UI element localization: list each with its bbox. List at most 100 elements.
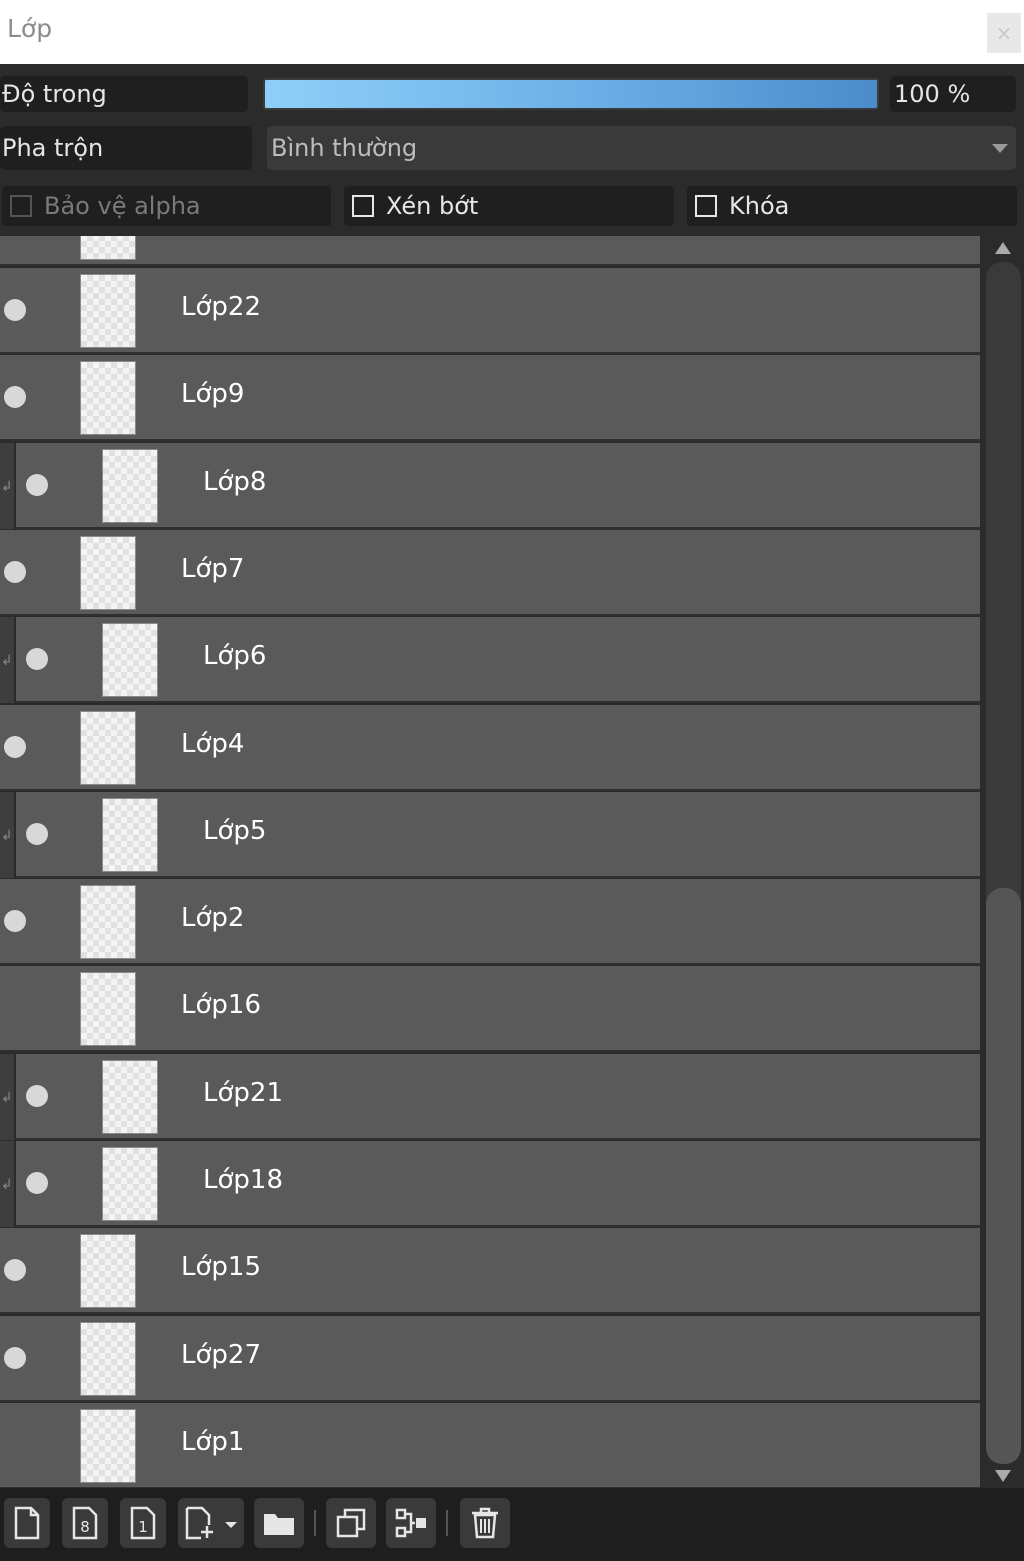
checkbox-box[interactable] — [352, 195, 374, 217]
layer-row[interactable]: ↲ Lớp18 — [0, 1141, 980, 1227]
layer-row[interactable]: Lớp22 — [0, 268, 980, 354]
scroll-down-icon[interactable] — [995, 1470, 1011, 1482]
visibility-toggle-icon[interactable] — [4, 560, 26, 583]
layer-thumbnail — [102, 448, 158, 523]
layer-name: Lớp6 — [203, 641, 267, 672]
clipping-indicator: ↲ — [0, 617, 16, 704]
layer-row[interactable]: ↲ Lớp8 — [0, 442, 980, 529]
blend-mode-select[interactable]: Bình thường — [267, 126, 1016, 170]
visibility-toggle-icon[interactable] — [26, 648, 48, 671]
new-8bit-layer-button[interactable]: 8 — [62, 1498, 108, 1548]
clipping-checkbox[interactable]: Xén bớt — [344, 186, 674, 226]
checkbox-box[interactable] — [695, 195, 717, 217]
opacity-slider[interactable] — [263, 78, 879, 110]
clip-arrow-icon: ↲ — [1, 1089, 13, 1106]
blend-label: Pha trộn — [0, 126, 252, 170]
clipping-indicator: ↲ — [0, 1053, 16, 1140]
layer-name: Lớp4 — [181, 728, 245, 759]
layer-row[interactable]: Lớp9 — [0, 355, 980, 442]
layer-thumbnail — [80, 274, 136, 348]
new-layer-button[interactable] — [4, 1498, 50, 1548]
clip-arrow-icon: ↲ — [1, 827, 13, 844]
visibility-toggle-icon[interactable] — [4, 386, 26, 409]
clipping-indicator: ↲ — [0, 791, 16, 878]
checkbox-box — [10, 195, 32, 217]
layer-name: Lớp15 — [181, 1252, 261, 1283]
new-1bit-layer-icon: 1 — [130, 1506, 156, 1540]
new-1bit-layer-button[interactable]: 1 — [120, 1498, 166, 1548]
merge-down-icon — [395, 1508, 426, 1538]
layer-name: Lớp16 — [181, 990, 261, 1021]
layer-thumbnail — [80, 236, 136, 260]
chevron-down-icon — [992, 144, 1008, 153]
layer-name: Lớp21 — [203, 1077, 283, 1108]
layer-row[interactable]: Lớp16 — [0, 966, 980, 1053]
new-8bit-layer-icon: 8 — [72, 1506, 98, 1540]
layer-name: Lớp22 — [181, 292, 261, 322]
layer-list[interactable]: Lớp22 Lớp9 ↲ Lớp8 Lớp7 ↲ Lớp6 Lớp4 ↲ Lớp5 Lớp2 Lớp1… — [0, 236, 983, 1488]
layer-name: Lớp5 — [203, 815, 267, 846]
layer-toolbar: 8 1 — [0, 1488, 1024, 1561]
layer-thumbnail — [102, 797, 158, 872]
visibility-toggle-icon[interactable] — [26, 1172, 48, 1194]
blend-mode-value: Bình thường — [271, 134, 418, 162]
opacity-value[interactable]: 100 % — [890, 76, 1016, 112]
layer-thumbnail — [80, 710, 136, 785]
layer-row[interactable]: ↲ Lớp6 — [0, 617, 980, 704]
duplicate-layer-button[interactable] — [326, 1498, 376, 1548]
visibility-toggle-icon[interactable] — [26, 473, 48, 496]
layer-row[interactable]: ↲ Lớp5 — [0, 791, 980, 878]
lock-checkbox[interactable]: Khóa — [687, 186, 1017, 226]
clipping-indicator: ↲ — [0, 1141, 16, 1227]
visibility-toggle-icon[interactable] — [4, 735, 26, 758]
layer-row[interactable]: Lớp4 — [0, 704, 980, 791]
layer-list-scrollbar[interactable] — [983, 236, 1024, 1488]
layer-thumbnail — [80, 1408, 136, 1483]
protect-alpha-label: Bảo vệ alpha — [44, 192, 201, 220]
lock-label: Khóa — [729, 192, 790, 220]
visibility-toggle-icon[interactable] — [4, 299, 26, 321]
toolbar-separator — [446, 1510, 448, 1536]
protect-alpha-checkbox: Bảo vệ alpha — [2, 186, 331, 226]
layer-row[interactable]: Lớp7 — [0, 529, 980, 616]
layer-thumbnail — [80, 361, 136, 436]
clipping-label: Xén bớt — [386, 192, 479, 220]
scroll-up-icon[interactable] — [995, 242, 1011, 254]
visibility-toggle-icon[interactable] — [4, 997, 26, 1019]
layer-thumbnail — [80, 1321, 136, 1396]
layer-name: Lớp9 — [181, 379, 245, 410]
new-folder-icon — [264, 1514, 294, 1535]
scrollbar-thumb[interactable] — [986, 888, 1021, 1464]
svg-text:8: 8 — [80, 1518, 90, 1536]
layer-row[interactable]: ↲ Lớp21 — [0, 1053, 980, 1140]
layer-thumbnail — [80, 972, 136, 1047]
layer-name: Lớp2 — [181, 903, 245, 934]
layer-row[interactable]: Lớp27 — [0, 1315, 980, 1402]
toolbar-separator — [314, 1510, 316, 1536]
clip-arrow-icon: ↲ — [1, 478, 13, 495]
delete-layer-button[interactable] — [460, 1498, 510, 1548]
layer-row-partial[interactable] — [0, 236, 980, 266]
clipping-indicator: ↲ — [0, 442, 16, 529]
add-layer-menu-icon — [185, 1506, 237, 1540]
layer-row[interactable]: Lớp2 — [0, 879, 980, 966]
layer-name: Lớp1 — [181, 1426, 245, 1457]
visibility-toggle-icon[interactable] — [26, 1084, 48, 1107]
visibility-toggle-icon[interactable] — [4, 1434, 26, 1456]
new-folder-button[interactable] — [254, 1498, 304, 1548]
layer-row[interactable]: Lớp1 — [0, 1402, 980, 1488]
visibility-toggle-icon[interactable] — [4, 1346, 26, 1369]
add-layer-menu-button[interactable] — [178, 1498, 244, 1548]
layer-thumbnail — [102, 1059, 158, 1134]
visibility-toggle-icon[interactable] — [26, 822, 48, 845]
layer-thumbnail — [80, 885, 136, 960]
layer-name: Lớp18 — [203, 1165, 283, 1195]
layer-row[interactable]: Lớp15 — [0, 1228, 980, 1315]
duplicate-layer-icon — [336, 1508, 366, 1538]
close-icon[interactable]: × — [987, 13, 1021, 53]
merge-down-button[interactable] — [386, 1498, 436, 1548]
visibility-toggle-icon[interactable] — [4, 1259, 26, 1282]
visibility-toggle-icon[interactable] — [4, 910, 26, 933]
layer-name: Lớp27 — [181, 1339, 261, 1370]
layer-thumbnail — [80, 1234, 136, 1309]
